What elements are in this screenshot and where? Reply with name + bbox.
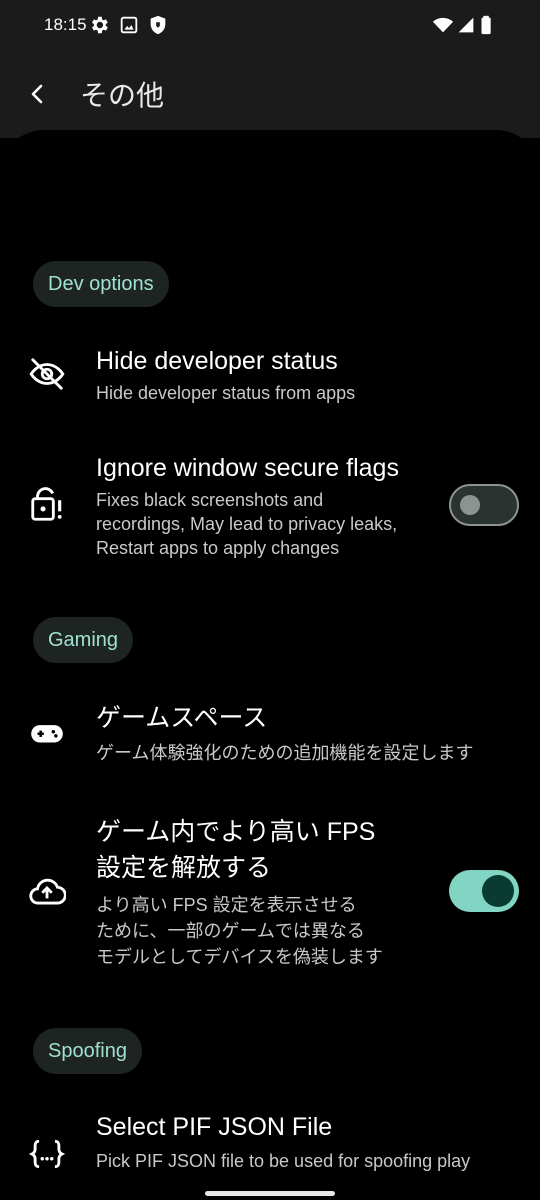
pref-title: ゲームスペース bbox=[96, 704, 268, 732]
pref-summary: ゲーム体験強化のための追加機能を設定します bbox=[96, 743, 474, 763]
cloud-upload-icon bbox=[29, 878, 66, 905]
lock-alert-icon bbox=[31, 487, 62, 521]
section-header-gaming: Gaming bbox=[33, 617, 134, 663]
top-app-bar: その他 bbox=[0, 52, 540, 138]
section-header-spoofing: Spoofing bbox=[33, 1028, 142, 1074]
pref-summary-line: モデルとしてデバイスを偽装します bbox=[96, 947, 383, 967]
page-title: その他 bbox=[80, 80, 165, 111]
secure-flags-toggle[interactable] bbox=[449, 484, 519, 526]
pref-unlock-high-fps[interactable]: ゲーム内でより高い FPS 設定を解放する より高い FPS 設定を表示させる … bbox=[0, 812, 540, 972]
pref-summary-line: Fixes black screenshots and bbox=[96, 490, 324, 510]
pref-summary: Hide developer status from apps bbox=[96, 383, 356, 403]
gear-icon bbox=[92, 16, 108, 34]
back-arrow-icon[interactable] bbox=[22, 76, 52, 112]
status-bar: 18:15 bbox=[0, 0, 540, 52]
pref-summary-line: ために、一部のゲームでは異なる bbox=[96, 921, 365, 941]
pref-game-space[interactable]: ゲームスペース ゲーム体験強化のための追加機能を設定します bbox=[0, 695, 540, 785]
toggle-knob bbox=[460, 495, 480, 515]
high-fps-toggle[interactable] bbox=[449, 870, 519, 912]
pref-hide-developer-status[interactable]: Hide developer status Hide developer sta… bbox=[0, 335, 540, 425]
toggle-knob bbox=[482, 875, 514, 907]
pref-title: Ignore window secure flags bbox=[96, 454, 399, 482]
pref-summary-line: recordings, May lead to privacy leaks, bbox=[96, 514, 398, 534]
pref-title-line: 設定を解放する bbox=[96, 854, 272, 882]
wifi-icon bbox=[432, 17, 454, 33]
pref-summary-line: Restart apps to apply changes bbox=[96, 538, 340, 558]
pref-summary-line: より高い FPS 設定を表示させる bbox=[96, 895, 357, 915]
status-time: 18:15 bbox=[44, 15, 87, 34]
pref-summary: Pick PIF JSON file to be used for spoofi… bbox=[96, 1151, 471, 1171]
pref-select-pif-json[interactable]: Select PIF JSON File Pick PIF JSON file … bbox=[0, 1105, 540, 1200]
gesture-nav-handle[interactable] bbox=[205, 1191, 335, 1196]
gamepad-icon bbox=[31, 725, 63, 743]
pref-ignore-secure-flags[interactable]: Ignore window secure flags Fixes black s… bbox=[0, 448, 540, 573]
json-braces-icon bbox=[28, 1139, 66, 1169]
battery-icon bbox=[481, 15, 491, 35]
pref-title-line: ゲーム内でより高い FPS bbox=[96, 818, 376, 846]
image-icon bbox=[120, 16, 138, 34]
section-header-dev-options: Dev options bbox=[33, 261, 169, 307]
pref-title: Select PIF JSON File bbox=[96, 1113, 333, 1141]
eye-off-icon bbox=[29, 358, 65, 390]
pref-title: Hide developer status bbox=[96, 347, 338, 375]
signal-icon bbox=[458, 17, 474, 33]
shield-icon bbox=[150, 15, 166, 35]
